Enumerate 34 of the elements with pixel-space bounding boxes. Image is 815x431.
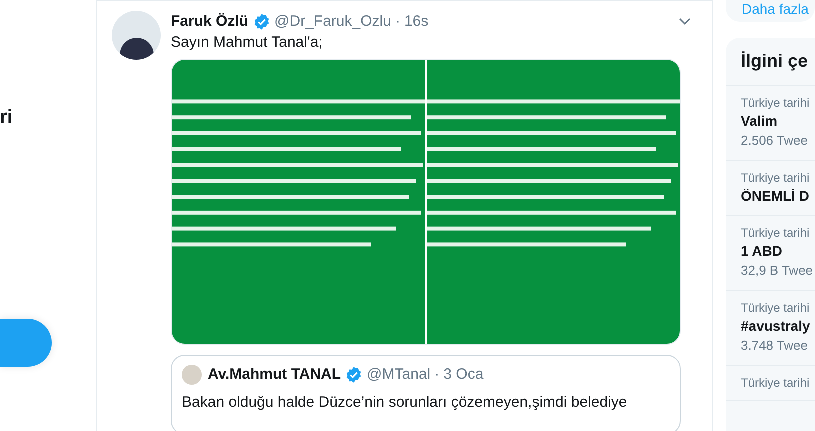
quoted-tweet[interactable]: Av.Mahmut TANAL @MTanal · 3 Oca Bakan olduğu halde Düzce’nin sorunları çözemeyen,şimdi belediye: [171, 355, 681, 431]
tweet-count: 32,9 B Twee: [741, 262, 814, 280]
trend-context: Türkiye tarihi: [741, 300, 811, 316]
tweet-time[interactable]: 16s: [404, 10, 429, 34]
quoted-author-handle: @MTanal: [367, 365, 431, 385]
trend-context: Türkiye tarihi: [741, 225, 811, 241]
avatar[interactable]: [112, 11, 161, 60]
quoted-text: Bakan olduğu halde Düzce’nin sorunları çözemeyen,şimdi belediye: [182, 392, 628, 412]
trend-item[interactable]: Türkiye tarihi 1 ABD 32,9 B Twee: [726, 216, 815, 291]
tweet-count: 3.748 Twee: [741, 337, 809, 355]
trend-name: #avustraly: [741, 317, 812, 336]
tweet-button[interactable]: [0, 319, 52, 367]
author-name[interactable]: Faruk Özlü: [171, 10, 249, 34]
trend-context: Türkiye tarihi: [741, 375, 811, 391]
author-handle[interactable]: @Dr_Faruk_Ozlu: [274, 10, 392, 34]
trend-context: Türkiye tarihi: [741, 170, 811, 186]
tweet-count: 2.506 Twee: [741, 132, 809, 150]
nav-label[interactable]: ri: [0, 106, 13, 130]
trend-item[interactable]: Türkiye tarihi ÖNEMLİ D: [726, 161, 815, 216]
separator: ·: [434, 365, 440, 385]
trend-name: 1 ABD: [741, 242, 784, 261]
quoted-time: 3 Oca: [444, 365, 484, 385]
tweet-text: Sayın Mahmut Tanal'a;: [171, 33, 324, 53]
trend-item[interactable]: Türkiye tarihi: [726, 366, 815, 401]
trend-item[interactable]: Türkiye tarihi Valim 2.506 Twee: [726, 86, 815, 161]
chevron-down-icon[interactable]: [679, 18, 691, 26]
trend-context: Türkiye tarihi: [741, 95, 811, 111]
trend-name: ÖNEMLİ D: [741, 187, 810, 206]
quoted-author-name: Av.Mahmut TANAL: [208, 365, 342, 385]
separator: ·: [395, 12, 400, 32]
trends-title: İlgini çe: [741, 50, 808, 73]
trend-item[interactable]: Türkiye tarihi #avustraly 3.748 Twee: [726, 291, 815, 366]
trend-name: Valim: [741, 112, 779, 131]
quoted-avatar: [182, 365, 202, 386]
